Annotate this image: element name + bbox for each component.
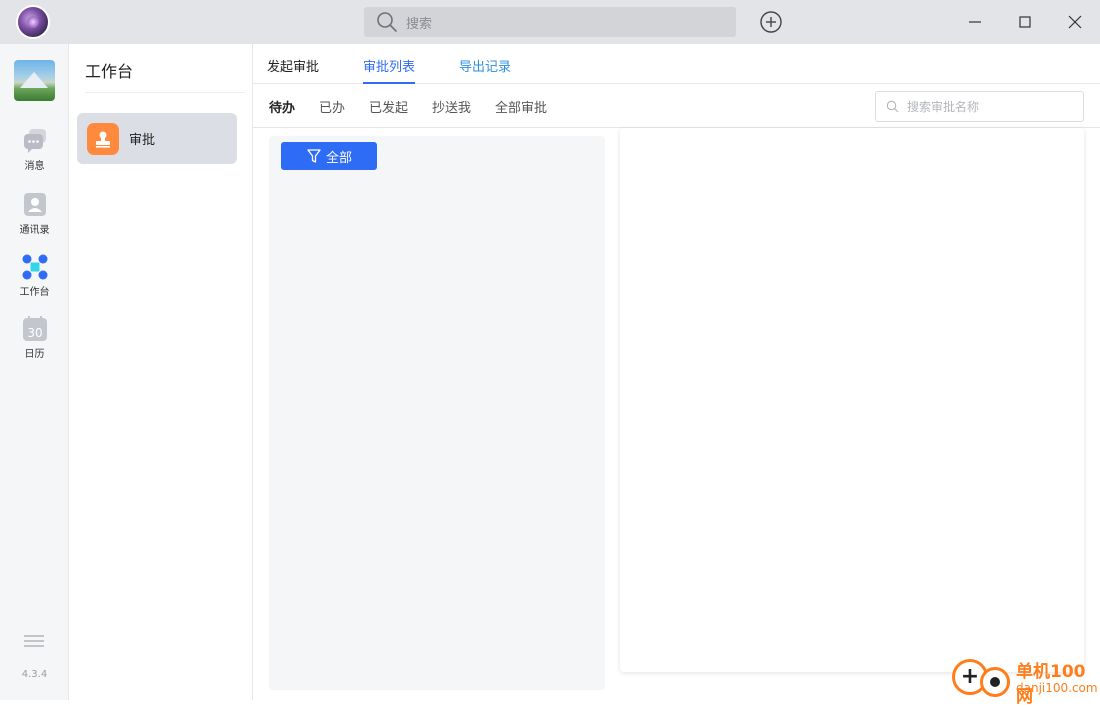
add-circle-icon[interactable] (759, 10, 783, 34)
subtab-todo[interactable]: 待办 (269, 97, 295, 116)
calendar-icon: 30 (22, 316, 47, 341)
search-icon (886, 100, 899, 113)
calendar-day: 30 (27, 326, 42, 340)
workbench-sidebar: 工作台 审批 (69, 44, 253, 700)
minimize-icon[interactable] (965, 12, 985, 32)
search-placeholder: 搜索审批名称 (907, 100, 980, 114)
rail-label: 工作台 (19, 287, 50, 298)
subtab-done[interactable]: 已办 (319, 97, 345, 116)
site-watermark: 单机100网 danji100.com (950, 655, 1100, 707)
close-icon[interactable] (1065, 12, 1085, 32)
filter-icon (307, 149, 321, 163)
approval-detail-panel (620, 128, 1084, 672)
rail-item-messages[interactable]: 消息 (0, 128, 69, 173)
watermark-url: danji100.com (1016, 681, 1098, 695)
global-search-input[interactable]: 搜索 (364, 7, 736, 37)
search-placeholder: 搜索 (406, 16, 433, 32)
search-icon (377, 12, 397, 32)
rail-label: 日历 (24, 349, 45, 360)
approval-list-panel: 全部 (269, 136, 605, 690)
rail-item-workbench[interactable]: 工作台 (0, 254, 69, 299)
rail-item-contacts[interactable]: 通讯录 (0, 192, 69, 237)
sidebar-item-approval[interactable]: 审批 (77, 113, 237, 164)
sidebar-item-label: 审批 (129, 133, 156, 148)
contacts-icon (23, 193, 46, 216)
approval-search-input[interactable]: 搜索审批名称 (875, 91, 1084, 122)
workbench-icon (22, 254, 47, 280)
tab-approval-list[interactable]: 审批列表 (363, 56, 416, 84)
subtab-all-approvals[interactable]: 全部审批 (495, 97, 547, 116)
filter-label: 全部 (325, 150, 352, 166)
org-logo[interactable] (14, 60, 55, 101)
sub-tabs: 待办 已办 已发起 抄送我 全部审批 搜索审批名称 (253, 84, 1100, 128)
filter-button[interactable]: 全部 (281, 142, 377, 170)
sidebar-title: 工作台 (85, 62, 134, 81)
tab-start-approval[interactable]: 发起审批 (267, 56, 319, 84)
rail-label: 消息 (24, 161, 45, 172)
subtab-initiated[interactable]: 已发起 (369, 97, 408, 116)
user-avatar[interactable] (16, 5, 50, 39)
top-tabs: 发起审批 审批列表 导出记录 (253, 44, 1100, 84)
tab-export-records[interactable]: 导出记录 (459, 56, 511, 84)
main-content: 发起审批 审批列表 导出记录 待办 已办 已发起 抄送我 全部审批 搜索审批名称… (253, 44, 1100, 700)
nav-rail: 消息 通讯录 工作台 30 日历 4.3.4 (0, 44, 69, 700)
chat-icon (23, 129, 46, 153)
title-bar: 搜索 (0, 0, 1100, 44)
rail-item-calendar[interactable]: 30 日历 (0, 316, 69, 361)
menu-icon[interactable] (24, 634, 44, 648)
subtab-cc-me[interactable]: 抄送我 (432, 97, 471, 116)
rail-label: 通讯录 (19, 225, 50, 236)
divider (85, 92, 245, 93)
app-version: 4.3.4 (21, 669, 48, 680)
watermark-logo-icon (980, 667, 1010, 697)
maximize-icon[interactable] (1015, 12, 1035, 32)
stamp-icon (87, 122, 119, 155)
